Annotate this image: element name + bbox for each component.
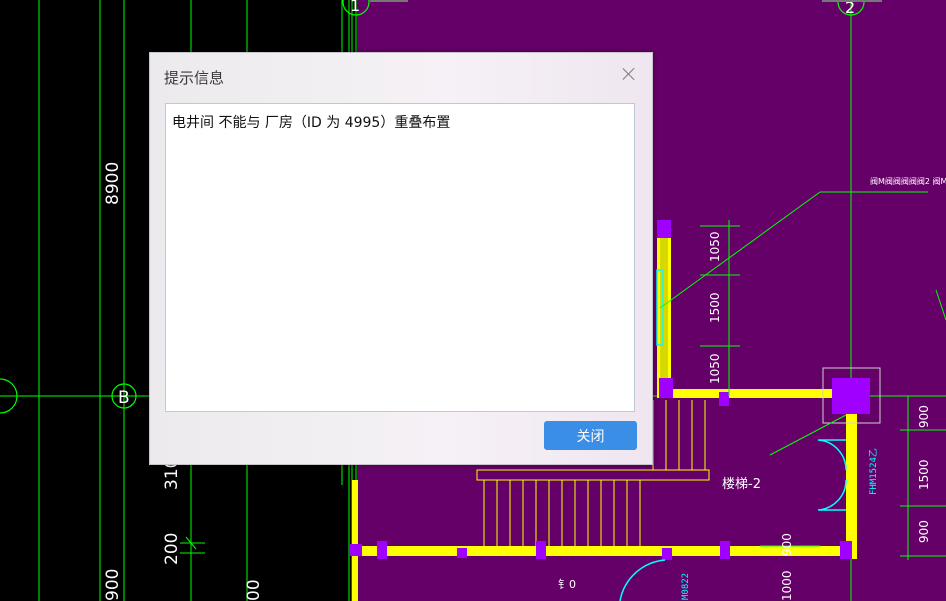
- door-tag-2: M0822: [681, 573, 691, 600]
- dim-900-bottom: 900: [103, 569, 123, 601]
- dim-8900: 8900: [103, 162, 123, 205]
- close-button[interactable]: 关闭: [544, 421, 637, 450]
- gridline-tag-top: [822, 0, 882, 2]
- dim-200: 200: [162, 533, 182, 565]
- dim-900-far-b: 900: [917, 520, 931, 543]
- dim-1050-top: 1050: [708, 231, 722, 262]
- gridline-label-1: 1: [350, 0, 360, 15]
- dim-00-bottom: 00: [244, 579, 264, 601]
- dim-1500: 1500: [708, 292, 722, 323]
- dim-900-low: 900: [780, 533, 794, 556]
- dim-900-far-a: 900: [917, 405, 931, 428]
- gridline-tag-top-left: [370, 0, 408, 2]
- top-note: 阀M阀阀阀阀阀2 阀M: [870, 177, 946, 186]
- message-text: 电井间 不能与 厂房（ID 为 4995）重叠布置: [165, 103, 635, 412]
- bottom-mark: 钅0: [558, 577, 576, 591]
- gridline-label-b: B: [118, 388, 130, 408]
- message-dialog: 提示信息 电井间 不能与 厂房（ID 为 4995）重叠布置 关闭: [149, 52, 653, 465]
- dialog-title: 提示信息: [164, 69, 225, 87]
- gridline-label-2: 2: [845, 0, 855, 17]
- close-icon[interactable]: [618, 63, 640, 85]
- stair-label: 楼梯-2: [722, 477, 761, 492]
- dim-1500-far: 1500: [917, 459, 931, 490]
- dim-1000-low: 1000: [780, 570, 794, 601]
- door-tag: FHM1524乙: [868, 448, 879, 495]
- dim-1050-bottom: 1050: [708, 353, 722, 384]
